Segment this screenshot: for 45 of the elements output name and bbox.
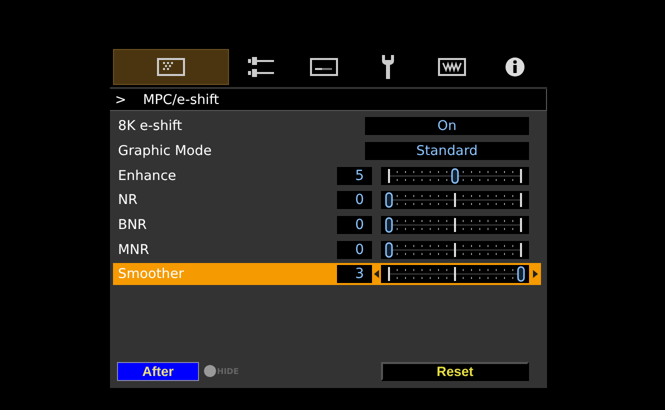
slider[interactable]	[381, 240, 529, 259]
info-icon	[505, 57, 526, 77]
menu-row[interactable]: Smoother 3	[113, 263, 541, 286]
slider[interactable]	[381, 191, 529, 210]
reset-button[interactable]: Reset	[381, 362, 529, 380]
row-label: BNR	[118, 217, 148, 234]
slider-thumb[interactable]	[451, 168, 459, 184]
value-field: 0	[337, 240, 372, 259]
menu-row[interactable]: Enhance 5	[113, 164, 541, 187]
menu-tab[interactable]	[113, 49, 229, 85]
menu-row[interactable]: Graphic Mode Standard	[113, 140, 541, 162]
slider-thumb[interactable]	[385, 192, 393, 208]
after-button[interactable]: After	[117, 362, 199, 380]
row-label: Graphic Mode	[118, 143, 213, 160]
slider-thumb[interactable]	[385, 242, 393, 258]
menu-row[interactable]: BNR 0	[113, 214, 541, 236]
option-value[interactable]: On	[365, 117, 529, 136]
plug-icon	[246, 56, 275, 78]
row-label: 8K e-shift	[118, 118, 184, 134]
option-value[interactable]: Standard	[365, 142, 529, 160]
value-field: 3	[337, 265, 372, 284]
toggle-icon[interactable]	[204, 365, 216, 377]
row-label: MNR	[118, 242, 150, 258]
breadcrumb-title: MPC/e-shift	[143, 92, 220, 108]
menu-row[interactable]: 8K e-shift On	[113, 115, 541, 138]
screen-icon	[310, 58, 338, 76]
menu-row[interactable]: NR 0	[113, 189, 541, 212]
row-label: Enhance	[118, 168, 178, 184]
picture-icon	[157, 58, 185, 76]
menu-row[interactable]: MNR 0	[113, 238, 541, 261]
left-arrow-icon[interactable]	[374, 270, 379, 278]
slider-thumb[interactable]	[517, 266, 525, 282]
slider-thumb[interactable]	[385, 217, 393, 233]
slider[interactable]	[381, 166, 529, 185]
value-field: 0	[337, 191, 372, 210]
value-field: 0	[337, 216, 372, 234]
row-label: NR	[118, 192, 138, 208]
slider[interactable]	[381, 265, 529, 284]
breadcrumb-marker: >	[114, 92, 128, 108]
wrench-icon	[380, 54, 395, 80]
right-arrow-icon[interactable]	[532, 270, 538, 278]
slider[interactable]	[381, 216, 529, 234]
keyboard-icon	[438, 58, 466, 76]
row-label: Smoother	[118, 266, 185, 282]
value-field: 5	[337, 166, 372, 185]
